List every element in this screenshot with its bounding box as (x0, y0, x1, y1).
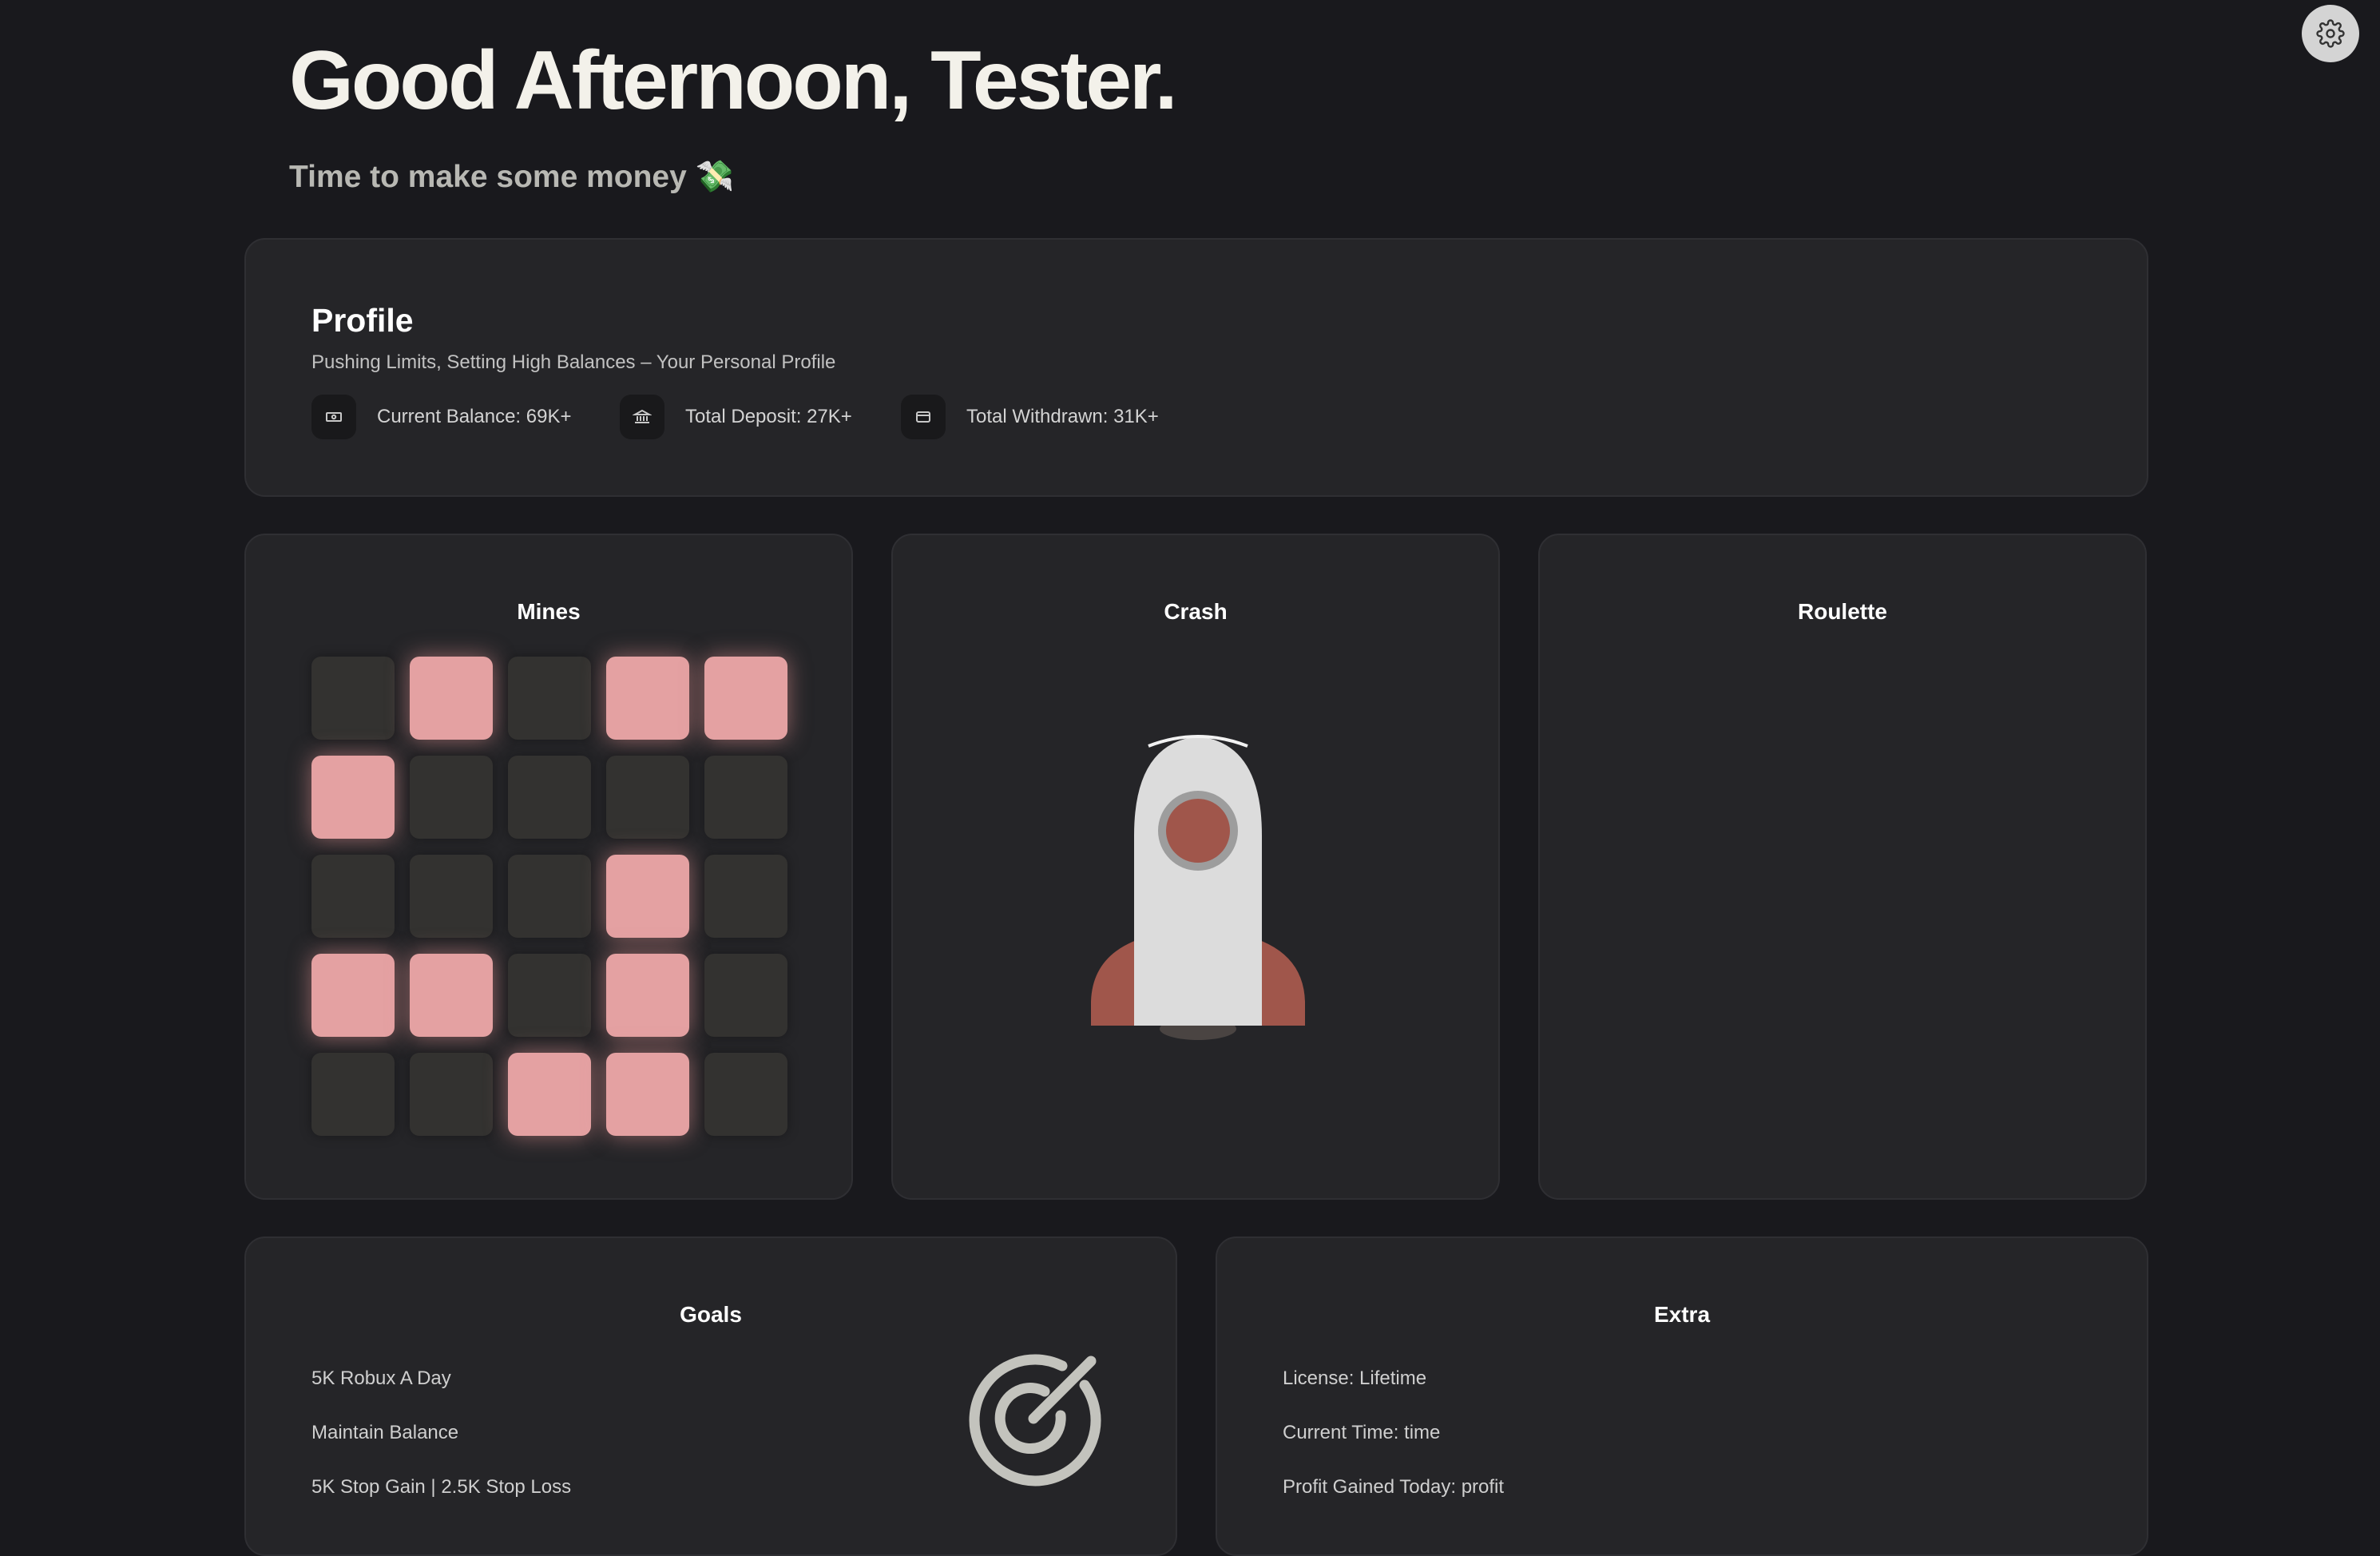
mine-tile[interactable] (606, 756, 689, 839)
mine-tile-revealed[interactable] (311, 954, 395, 1037)
profile-description: Pushing Limits, Setting High Balances – … (311, 351, 836, 373)
list-item: 5K Robux A Day (311, 1367, 451, 1389)
stat-current-balance: Current Balance: 69K+ (311, 395, 571, 439)
mines-grid (311, 657, 787, 1136)
mines-title: Mines (517, 599, 581, 624)
list-item: Profit Gained Today: profit (1283, 1476, 1505, 1498)
extra-list: License: Lifetime Current Time: time Pro… (1283, 1366, 1504, 1529)
wallet-icon (901, 395, 946, 439)
mine-tile[interactable] (311, 855, 395, 938)
mine-tile[interactable] (410, 1053, 493, 1136)
profile-card: Profile Pushing Limits, Setting High Bal… (244, 238, 2148, 497)
mine-tile-revealed[interactable] (410, 657, 493, 740)
mine-tile-revealed[interactable] (704, 657, 787, 740)
mine-tile[interactable] (704, 1053, 787, 1136)
mine-tile[interactable] (410, 756, 493, 839)
page-subtitle: Time to make some money 💸 (289, 160, 735, 194)
mine-tile[interactable] (704, 756, 787, 839)
mine-tile-revealed[interactable] (508, 1053, 591, 1136)
stat-label: Total Deposit: 27K+ (685, 406, 852, 427)
goals-title: Goals (680, 1302, 742, 1327)
list-item: Current Time: time (1283, 1422, 1441, 1443)
settings-button[interactable] (2302, 5, 2359, 62)
list-item: 5K Stop Gain | 2.5K Stop Loss (311, 1476, 572, 1498)
stat-label: Current Balance: 69K+ (377, 406, 572, 427)
roulette-title: Roulette (1798, 599, 1887, 624)
list-item: Maintain Balance (311, 1422, 459, 1443)
mine-tile[interactable] (508, 657, 591, 740)
mine-tile-revealed[interactable] (606, 657, 689, 740)
mine-tile-revealed[interactable] (410, 954, 493, 1037)
mine-tile-revealed[interactable] (606, 855, 689, 938)
mine-tile-revealed[interactable] (311, 756, 395, 839)
crash-card[interactable]: Crash (891, 534, 1500, 1200)
extra-card: Extra License: Lifetime Current Time: ti… (1216, 1236, 2148, 1556)
mine-tile[interactable] (311, 657, 395, 740)
bank-icon (620, 395, 664, 439)
mine-tile-revealed[interactable] (606, 954, 689, 1037)
mine-tile-revealed[interactable] (606, 1053, 689, 1136)
cash-icon (311, 395, 356, 439)
mine-tile[interactable] (410, 855, 493, 938)
target-icon (969, 1354, 1101, 1487)
rocket-icon (1091, 735, 1305, 1040)
mines-card[interactable]: Mines (244, 534, 853, 1200)
extra-title: Extra (1653, 1302, 1711, 1327)
mine-tile[interactable] (704, 954, 787, 1037)
list-item: License: Lifetime (1283, 1367, 1427, 1389)
goals-list: 5K Robux A Day Maintain Balance 5K Stop … (311, 1366, 571, 1529)
goals-card: Goals 5K Robux A Day Maintain Balance 5K… (244, 1236, 1177, 1556)
mine-tile[interactable] (508, 855, 591, 938)
crash-title: Crash (1164, 599, 1228, 624)
mine-tile[interactable] (508, 954, 591, 1037)
mine-tile[interactable] (311, 1053, 395, 1136)
stat-total-deposit: Total Deposit: 27K+ (620, 395, 852, 439)
page-title: Good Afternoon, Tester. (289, 34, 1178, 127)
gear-icon (2316, 19, 2345, 48)
stat-total-withdrawn: Total Withdrawn: 31K+ (901, 395, 1159, 439)
mine-tile[interactable] (704, 855, 787, 938)
profile-title: Profile (311, 302, 414, 339)
stat-label: Total Withdrawn: 31K+ (966, 406, 1159, 427)
roulette-card[interactable]: Roulette (1538, 534, 2147, 1200)
mine-tile[interactable] (508, 756, 591, 839)
